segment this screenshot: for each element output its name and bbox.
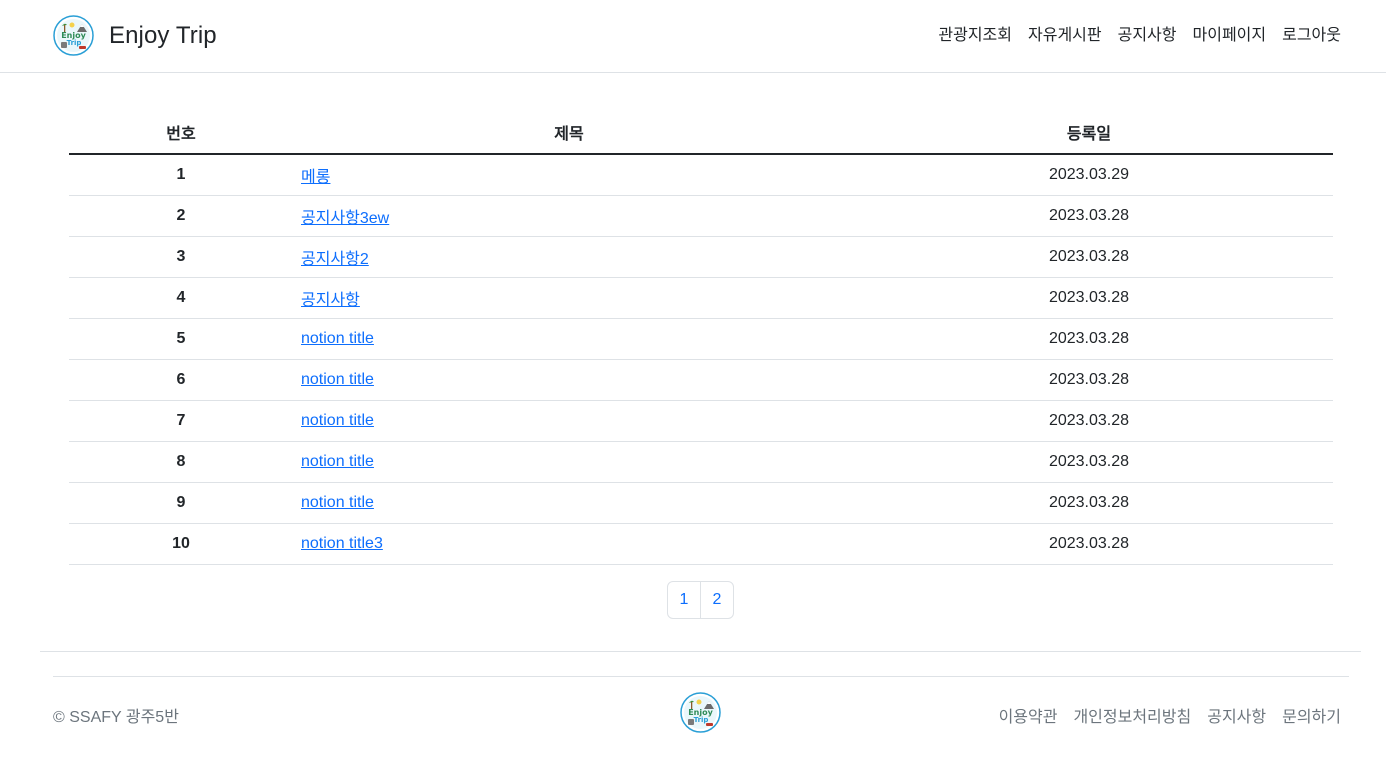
row-number: 5 [69,318,293,360]
row-title-link[interactable]: 공지사항2 [301,251,369,268]
table-row: 5 notion title 2023.03.28 [69,318,1333,360]
row-date: 2023.03.29 [845,154,1333,196]
brand-link[interactable]: Enjoy Trip Enjoy Trip [53,15,217,56]
row-number: 8 [69,441,293,483]
row-number: 6 [69,359,293,401]
row-title-link[interactable]: 공지사항 [301,292,360,309]
table-row: 4 공지사항 2023.03.28 [69,277,1333,319]
row-title-link[interactable]: 공지사항3ew [301,210,389,227]
table-header-row: 번호 제목 등록일 [69,111,1333,155]
page-link-1[interactable]: 1 [667,581,701,619]
row-date: 2023.03.28 [845,359,1333,401]
row-number: 3 [69,236,293,278]
row-title-link[interactable]: 메롱 [301,169,330,186]
row-number: 1 [69,154,293,196]
pagination: 1 2 [667,581,734,619]
column-header-date: 등록일 [845,111,1333,155]
top-navbar: Enjoy Trip Enjoy Trip 관광지조회 자유게시판 공지사항 마… [0,0,1386,73]
enjoy-trip-logo-icon: Enjoy Trip [53,15,94,56]
brand-name: Enjoy Trip [109,21,217,49]
row-date: 2023.03.28 [845,236,1333,278]
footer-link-contact[interactable]: 문의하기 [1282,703,1341,727]
footer-link-notice[interactable]: 공지사항 [1207,703,1266,727]
row-date: 2023.03.28 [845,482,1333,524]
row-title-link[interactable]: notion title [301,494,374,511]
nav-free-board[interactable]: 자유게시판 [1028,24,1102,48]
footer-divider [40,651,1361,652]
copyright-text: © SSAFY 광주5반 [53,709,179,726]
nav-notice[interactable]: 공지사항 [1118,24,1177,48]
row-title-link[interactable]: notion title3 [301,535,383,552]
footer-logo-icon[interactable]: Enjoy Trip [680,692,721,733]
page-link-2[interactable]: 2 [700,581,734,619]
table-row: 1 메롱 2023.03.29 [69,154,1333,196]
table-row: 9 notion title 2023.03.28 [69,482,1333,524]
table-row: 10 notion title3 2023.03.28 [69,523,1333,565]
nav-attractions[interactable]: 관광지조회 [938,24,1012,48]
row-number: 2 [69,195,293,237]
table-row: 3 공지사항2 2023.03.28 [69,236,1333,278]
column-header-title: 제목 [293,111,845,155]
table-row: 2 공지사항3ew 2023.03.28 [69,195,1333,237]
row-date: 2023.03.28 [845,277,1333,319]
table-row: 7 notion title 2023.03.28 [69,400,1333,442]
row-date: 2023.03.28 [845,441,1333,483]
main-nav: 관광지조회 자유게시판 공지사항 마이페이지 로그아웃 [938,24,1341,48]
row-date: 2023.03.28 [845,523,1333,565]
row-title-link[interactable]: notion title [301,412,374,429]
nav-logout[interactable]: 로그아웃 [1282,24,1341,48]
notice-table: 번호 제목 등록일 1 메롱 2023.03.29 2 공지사항3ew 2023… [69,111,1333,565]
row-number: 7 [69,400,293,442]
row-title-link[interactable]: notion title [301,453,374,470]
svg-text:Trip: Trip [67,39,82,47]
row-date: 2023.03.28 [845,318,1333,360]
row-date: 2023.03.28 [845,400,1333,442]
svg-text:Trip: Trip [694,716,709,724]
row-number: 9 [69,482,293,524]
row-number: 4 [69,277,293,319]
table-row: 6 notion title 2023.03.28 [69,359,1333,401]
row-title-link[interactable]: notion title [301,371,374,388]
row-number: 10 [69,523,293,565]
row-date: 2023.03.28 [845,195,1333,237]
column-header-number: 번호 [69,111,293,155]
table-row: 8 notion title 2023.03.28 [69,441,1333,483]
footer-divider [53,676,1349,677]
row-title-link[interactable]: notion title [301,330,374,347]
nav-mypage[interactable]: 마이페이지 [1193,24,1267,48]
footer-nav: 이용약관 개인정보처리방침 공지사항 문의하기 [999,703,1341,727]
footer-link-privacy[interactable]: 개인정보처리방침 [1073,703,1191,727]
footer-link-terms[interactable]: 이용약관 [999,703,1058,727]
